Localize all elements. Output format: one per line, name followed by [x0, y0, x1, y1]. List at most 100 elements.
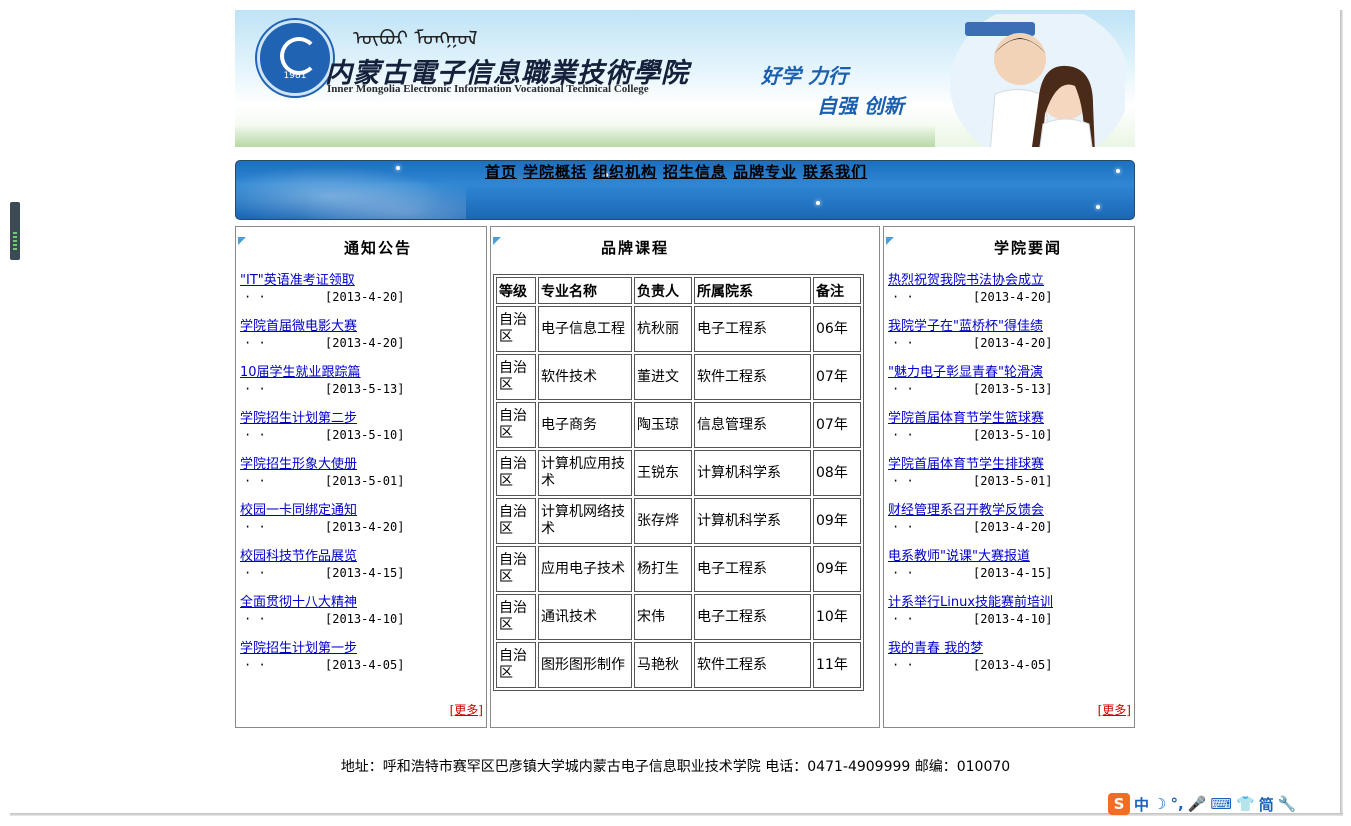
- list-item-link[interactable]: 10届学生就业跟踪篇: [240, 365, 482, 381]
- nav-star-decoration: [1116, 169, 1120, 173]
- list-item-link[interactable]: 全面贯彻十八大精神: [240, 595, 482, 611]
- main-nav-bar: 首页 学院概括 组织机构 招生信息 品牌专业 联系我们: [235, 160, 1135, 220]
- table-cell: 07年: [813, 354, 861, 400]
- list-item-link[interactable]: "IT"英语准考证领取: [240, 273, 482, 289]
- news-panel-title: 学院要闻: [994, 239, 1063, 257]
- list-item-link[interactable]: 计系举行Linux技能赛前培训: [888, 595, 1130, 611]
- list-item-link[interactable]: 学院首届体育节学生排球赛: [888, 457, 1130, 473]
- table-cell: 软件技术: [538, 354, 632, 400]
- table-cell: 计算机应用技术: [538, 450, 632, 496]
- list-item-date: [2013-5-13]: [973, 382, 1053, 396]
- table-row: 自治区 应用电子技术 杨打生 电子工程系 09年: [496, 546, 861, 592]
- table-cell: 自治区: [496, 450, 536, 496]
- list-item-link[interactable]: 校园科技节作品展览: [240, 549, 482, 565]
- list-item-date: [2013-5-10]: [325, 428, 405, 442]
- news-panel: 学院要闻 热烈祝贺我院书法协会成立 · · [2013-4-20] 我院学子在"蓝桥杯…: [883, 226, 1135, 728]
- ime-keyboard-icon[interactable]: ⌨: [1210, 795, 1232, 813]
- bullet-dots-icon: · ·: [892, 474, 914, 488]
- table-cell: 计算机网络技术: [538, 498, 632, 544]
- ime-chinese-mode-icon[interactable]: 中: [1134, 794, 1149, 815]
- list-item: 电系教师"说课"大赛报道 · · [2013-4-15]: [888, 549, 1130, 595]
- list-item-link[interactable]: "魅力电子彰显青春"轮滑演: [888, 365, 1130, 381]
- table-cell: 10年: [813, 594, 861, 640]
- bullet-dots-icon: · ·: [244, 658, 266, 672]
- bullet-dots-icon: · ·: [244, 474, 266, 488]
- table-cell: 06年: [813, 306, 861, 352]
- list-item-link[interactable]: 学院首届微电影大赛: [240, 319, 482, 335]
- list-item: 学院招生形象大使册 · · [2013-5-01]: [240, 457, 482, 503]
- notice-more-link[interactable]: [更多]: [450, 701, 483, 718]
- table-cell: 信息管理系: [694, 402, 811, 448]
- side-drag-handle[interactable]: [10, 202, 20, 260]
- table-cell: 应用电子技术: [538, 546, 632, 592]
- table-header-cell: 备注: [813, 277, 861, 304]
- ime-halfwidth-icon[interactable]: ☽: [1153, 795, 1166, 813]
- list-item-link[interactable]: 电系教师"说课"大赛报道: [888, 549, 1130, 565]
- ime-punctuation-icon[interactable]: °,: [1170, 795, 1183, 813]
- list-item-date: [2013-5-01]: [973, 474, 1053, 488]
- table-cell: 自治区: [496, 402, 536, 448]
- ime-skin-icon[interactable]: 👕: [1236, 795, 1255, 813]
- table-cell: 杨打生: [634, 546, 692, 592]
- ime-simplified-icon[interactable]: 简: [1259, 794, 1274, 815]
- bullet-dots-icon: · ·: [244, 290, 266, 304]
- table-cell: 09年: [813, 498, 861, 544]
- ime-settings-icon[interactable]: 🔧: [1278, 795, 1297, 813]
- table-cell: 电子信息工程: [538, 306, 632, 352]
- list-item: 热烈祝贺我院书法协会成立 · · [2013-4-20]: [888, 273, 1130, 319]
- nav-star-decoration: [396, 166, 400, 170]
- table-cell: 电子工程系: [694, 306, 811, 352]
- list-item-date: [2013-5-13]: [325, 382, 405, 396]
- list-item-link[interactable]: 学院招生计划第一步: [240, 641, 482, 657]
- sogou-ime-logo[interactable]: S: [1108, 793, 1130, 815]
- list-item: 校园科技节作品展览 · · [2013-4-15]: [240, 549, 482, 595]
- window-shadow-right: [1340, 10, 1343, 816]
- nav-home[interactable]: 首页: [485, 163, 517, 181]
- list-item-link[interactable]: 学院招生形象大使册: [240, 457, 482, 473]
- bullet-dots-icon: · ·: [244, 428, 266, 442]
- table-cell: 自治区: [496, 498, 536, 544]
- bullet-dots-icon: · ·: [892, 658, 914, 672]
- list-item-link[interactable]: 学院招生计划第二步: [240, 411, 482, 427]
- list-item-link[interactable]: 我的青春 我的梦: [888, 641, 1130, 657]
- list-item-link[interactable]: 财经管理系召开教学反馈会: [888, 503, 1130, 519]
- news-more-link[interactable]: [更多]: [1098, 701, 1131, 718]
- ime-voice-icon[interactable]: 🎤: [1188, 795, 1207, 813]
- bullet-dots-icon: · ·: [892, 428, 914, 442]
- nav-brand-majors[interactable]: 品牌专业: [733, 163, 797, 181]
- bullet-dots-icon: · ·: [892, 382, 914, 396]
- nav-links: 首页 学院概括 组织机构 招生信息 品牌专业 联系我们: [485, 161, 873, 182]
- list-item-link[interactable]: 我院学子在"蓝桥杯"得佳绩: [888, 319, 1130, 335]
- table-cell: 宋伟: [634, 594, 692, 640]
- table-cell: 电子商务: [538, 402, 632, 448]
- students-photo: [950, 14, 1125, 147]
- list-item: "IT"英语准考证领取 · · [2013-4-20]: [240, 273, 482, 319]
- nav-cloud-decoration: [236, 161, 466, 219]
- nav-contact[interactable]: 联系我们: [803, 163, 867, 181]
- list-item-date: [2013-4-20]: [973, 290, 1053, 304]
- list-item-link[interactable]: 校园一卡同绑定通知: [240, 503, 482, 519]
- table-cell: 08年: [813, 450, 861, 496]
- list-item: 财经管理系召开教学反馈会 · · [2013-4-20]: [888, 503, 1130, 549]
- bullet-dots-icon: · ·: [244, 612, 266, 626]
- list-item-date: [2013-4-20]: [325, 336, 405, 350]
- table-cell: 自治区: [496, 354, 536, 400]
- table-row: 自治区 图形图形制作 马艳秋 软件工程系 11年: [496, 642, 861, 688]
- list-item: 学院招生计划第二步 · · [2013-5-10]: [240, 411, 482, 457]
- list-item-date: [2013-4-15]: [973, 566, 1053, 580]
- list-item-link[interactable]: 学院首届体育节学生篮球赛: [888, 411, 1130, 427]
- table-cell: 软件工程系: [694, 642, 811, 688]
- nav-organization[interactable]: 组织机构: [593, 163, 657, 181]
- bullet-dots-icon: · ·: [244, 336, 266, 350]
- slogan-line-2: 自强 创新: [817, 94, 904, 118]
- nav-star-decoration: [816, 201, 820, 205]
- list-item-link[interactable]: 热烈祝贺我院书法协会成立: [888, 273, 1130, 289]
- table-header-cell: 负责人: [634, 277, 692, 304]
- table-header-cell: 所属院系: [694, 277, 811, 304]
- list-item-date: [2013-4-10]: [325, 612, 405, 626]
- table-row: 自治区 电子信息工程 杭秋丽 电子工程系 06年: [496, 306, 861, 352]
- nav-admissions[interactable]: 招生信息: [663, 163, 727, 181]
- table-cell: 马艳秋: [634, 642, 692, 688]
- panel-corner-decoration: [493, 237, 501, 245]
- nav-college-overview[interactable]: 学院概括: [523, 163, 587, 181]
